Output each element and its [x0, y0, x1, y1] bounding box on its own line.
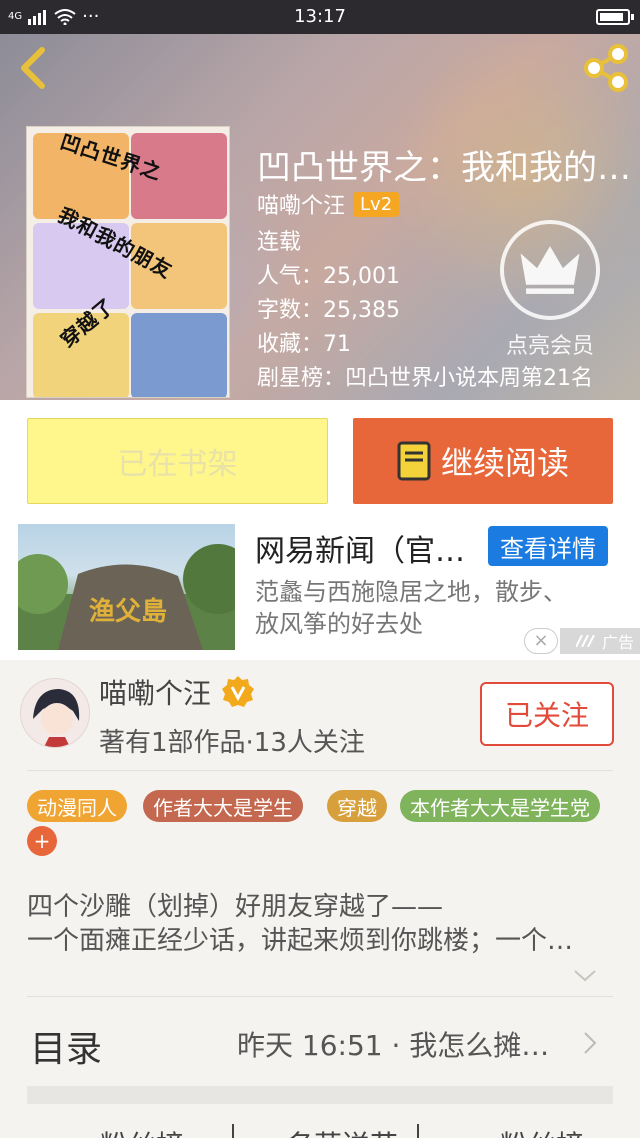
avatar[interactable]	[20, 678, 90, 748]
book-word-count: 字数：25,385	[257, 298, 400, 323]
book-status: 连载	[257, 230, 302, 255]
chevron-left-icon[interactable]	[14, 46, 54, 90]
vip-label[interactable]: 点亮会员	[480, 328, 620, 360]
description-line: 四个沙雕（划掉）好朋友穿越了——	[27, 892, 444, 922]
ad-tag-label: 广告	[601, 633, 634, 652]
toc-label: 目录	[30, 1029, 103, 1070]
tab-separator	[232, 1124, 234, 1138]
avatar-art	[21, 679, 89, 747]
continue-reading-label: 继续阅读	[440, 444, 569, 482]
book-title: 凹凸世界之：我和我的朋友穿越了	[257, 148, 632, 188]
author-line: 喵嘞个汪 Lv2	[257, 188, 400, 220]
ad-stripes-icon	[575, 635, 595, 647]
chevron-right-icon	[584, 1032, 597, 1054]
cover-art-cell	[131, 313, 227, 397]
tag-chip[interactable]: 穿越	[327, 790, 387, 822]
ad-close-button[interactable]: ×	[524, 628, 558, 654]
verified-v-icon	[222, 676, 255, 707]
share-icon[interactable]	[580, 42, 632, 94]
battery-icon	[596, 9, 634, 25]
ad-details-button[interactable]: 查看详情	[488, 526, 608, 566]
book-popularity: 人气：25,001	[257, 264, 400, 289]
status-time: 13:17	[294, 6, 346, 27]
section-gap	[27, 1086, 613, 1104]
author-section: 喵嘞个汪 著有1部作品·13人关注 已关注	[0, 660, 640, 770]
battery-fill	[600, 13, 623, 21]
chevron-down-icon[interactable]	[572, 966, 598, 986]
ad-image[interactable]: 渔父島	[18, 524, 235, 650]
action-bar: 已在书架 继续阅读	[0, 400, 640, 520]
tag-chip[interactable]: 本作者大大是学生党	[400, 790, 600, 822]
book-rank[interactable]: 剧星榜：凹凸世界小说本周第21名	[257, 360, 637, 392]
book-icon	[397, 441, 431, 481]
crown-icon[interactable]	[500, 220, 600, 320]
ad-tag: 广告	[560, 628, 640, 654]
continue-reading-button[interactable]: 继续阅读	[353, 418, 613, 504]
tab-separator	[417, 1124, 419, 1138]
on-shelf-button[interactable]: 已在书架	[27, 418, 328, 504]
divider	[27, 996, 613, 997]
tag-chip[interactable]: 作者大大是学生	[143, 790, 303, 822]
divider	[27, 770, 613, 771]
tab-fans[interactable]: 粉丝榜	[100, 1124, 184, 1138]
tab-fans-2[interactable]: 粉丝榜	[500, 1124, 584, 1138]
ad-banner[interactable]: 渔父島 网易新闻（官方） 查看详情 范蠡与西施隐居之地，散步、放风筝的好去处 ×…	[0, 520, 640, 660]
tag-chip[interactable]: 动漫同人	[27, 790, 127, 822]
ad-rock-image: 渔父島	[18, 544, 235, 650]
book-favorites: 收藏：71	[257, 332, 351, 357]
author-section-name[interactable]: 喵嘞个汪	[99, 672, 211, 712]
ad-title[interactable]: 网易新闻（官方）	[255, 526, 475, 570]
ad-rock-text: 渔父島	[89, 597, 167, 627]
book-cover[interactable]: 凹凸世界之 我和我的朋友 穿越了	[26, 126, 230, 398]
toc-latest-chapter: 昨天 16:51 · 我怎么摊上这事	[237, 1029, 577, 1062]
description-line: 一个面瘫正经少话，讲起来烦到你跳楼；一个…	[27, 926, 574, 956]
toc-row[interactable]: 目录 昨天 16:51 · 我怎么摊上这事	[0, 1000, 640, 1086]
author-meta: 著有1部作品·13人关注	[99, 728, 365, 758]
author-section-name-row: 喵嘞个汪	[99, 672, 255, 712]
add-tag-button[interactable]: +	[27, 826, 57, 856]
status-bar: 4G ··· 13:17	[0, 0, 640, 34]
bottom-tabs: 粉丝榜 名草送花 粉丝榜	[0, 1112, 640, 1138]
tab-flowers[interactable]: 名草送花	[286, 1124, 398, 1138]
author-name[interactable]: 喵嘞个汪	[257, 188, 345, 220]
following-button[interactable]: 已关注	[480, 682, 614, 746]
book-description[interactable]: 四个沙雕（划掉）好朋友穿越了—— 一个面瘫正经少话，讲起来烦到你跳楼；一个…	[27, 890, 617, 958]
level-badge: Lv2	[353, 191, 400, 217]
